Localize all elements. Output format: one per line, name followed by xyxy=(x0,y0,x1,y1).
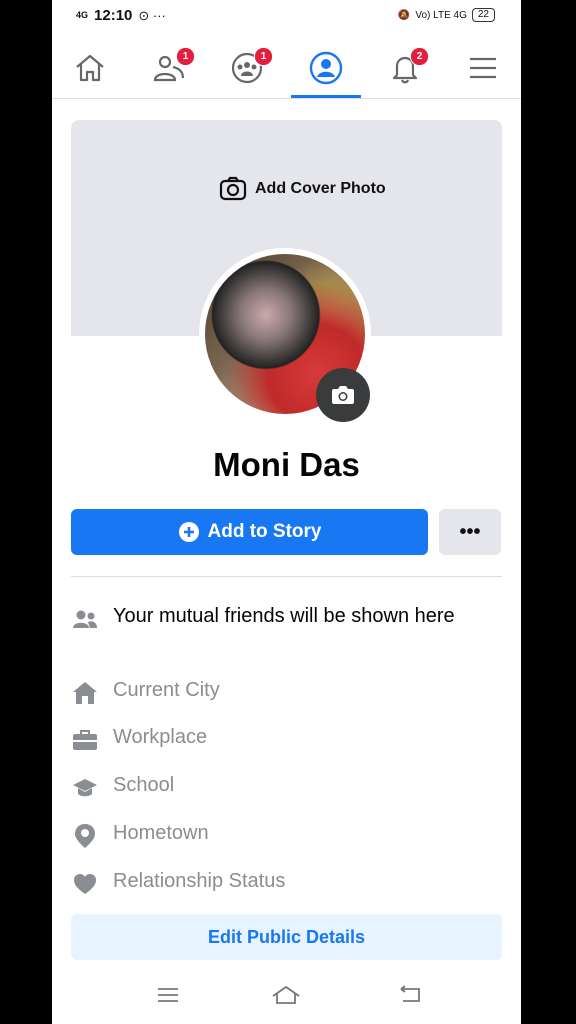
current-city-label: Current City xyxy=(113,679,220,701)
nav-friends[interactable]: 1 xyxy=(134,38,204,98)
profile-picture[interactable] xyxy=(199,248,371,422)
menu-icon xyxy=(470,57,496,79)
back-button[interactable] xyxy=(390,982,430,1008)
system-nav-bar xyxy=(52,970,521,1020)
camera-icon xyxy=(219,176,247,201)
camera-icon xyxy=(332,386,354,404)
detail-mutual-friends: Your mutual friends will be shown here xyxy=(71,603,502,633)
add-to-story-button[interactable]: Add to Story xyxy=(71,509,428,555)
add-to-story-label: Add to Story xyxy=(207,521,322,542)
detail-hometown[interactable]: Hometown xyxy=(71,820,502,850)
plus-circle-icon xyxy=(178,522,199,542)
more-options-button[interactable]: ••• xyxy=(439,509,501,555)
active-tab-indicator xyxy=(291,95,361,98)
graduation-cap-icon xyxy=(71,774,99,802)
nav-groups[interactable]: 1 xyxy=(212,38,282,98)
status-bar: 4G 12:10 ⊙ ··· 🔕 Vo) LTE 4G 22 xyxy=(52,0,521,36)
hometown-label: Hometown xyxy=(113,822,209,844)
battery-indicator: 22 xyxy=(471,8,495,22)
location-pin-icon xyxy=(71,822,99,850)
menu-icon xyxy=(158,988,178,1002)
mutual-friends-icon xyxy=(71,605,99,633)
relationship-label: Relationship Status xyxy=(113,870,286,892)
nav-menu[interactable] xyxy=(448,38,518,98)
detail-relationship[interactable]: Relationship Status xyxy=(71,868,502,898)
recent-apps-button[interactable] xyxy=(148,982,188,1008)
nav-profile[interactable] xyxy=(291,38,361,98)
detail-current-city[interactable]: Current City xyxy=(71,677,502,707)
status-right: 🔕 Vo) LTE 4G 22 xyxy=(398,8,495,22)
network-label: Vo) LTE 4G xyxy=(415,9,467,21)
mutual-friends-text: Your mutual friends will be shown here xyxy=(113,605,455,627)
status-extra: ⊙ ··· xyxy=(138,7,166,23)
detail-workplace[interactable]: Workplace xyxy=(71,724,502,754)
profile-name: Moni Das xyxy=(213,446,360,483)
home-icon xyxy=(76,54,104,82)
mute-icon: 🔕 xyxy=(397,9,411,21)
friends-badge: 1 xyxy=(176,47,195,66)
nav-notifications[interactable]: 2 xyxy=(370,38,440,98)
heart-icon xyxy=(71,870,99,898)
top-nav: 1 1 2 xyxy=(52,38,521,99)
signal-label: 4G xyxy=(76,10,89,20)
workplace-label: Workplace xyxy=(113,726,208,748)
notifications-badge: 2 xyxy=(410,47,429,66)
school-label: School xyxy=(113,774,175,796)
edit-public-details-button[interactable]: Edit Public Details xyxy=(71,914,502,960)
profile-icon xyxy=(309,51,343,85)
add-cover-photo-button[interactable]: Add Cover Photo xyxy=(219,176,386,202)
phone-screen: 4G 12:10 ⊙ ··· 🔕 Vo) LTE 4G 22 1 1 2 Add… xyxy=(52,0,521,1024)
status-left: 4G 12:10 ⊙ ··· xyxy=(76,7,166,24)
divider xyxy=(71,576,502,577)
briefcase-icon xyxy=(71,726,99,754)
house-icon xyxy=(71,679,99,707)
add-cover-label: Add Cover Photo xyxy=(255,180,386,197)
detail-school[interactable]: School xyxy=(71,772,502,802)
update-profile-picture-button[interactable] xyxy=(316,368,370,422)
home-button[interactable] xyxy=(266,982,306,1008)
home-icon xyxy=(272,985,300,1004)
nav-home[interactable] xyxy=(55,38,125,98)
back-icon xyxy=(400,985,420,1002)
status-time: 12:10 xyxy=(94,7,133,24)
groups-badge: 1 xyxy=(254,47,273,66)
